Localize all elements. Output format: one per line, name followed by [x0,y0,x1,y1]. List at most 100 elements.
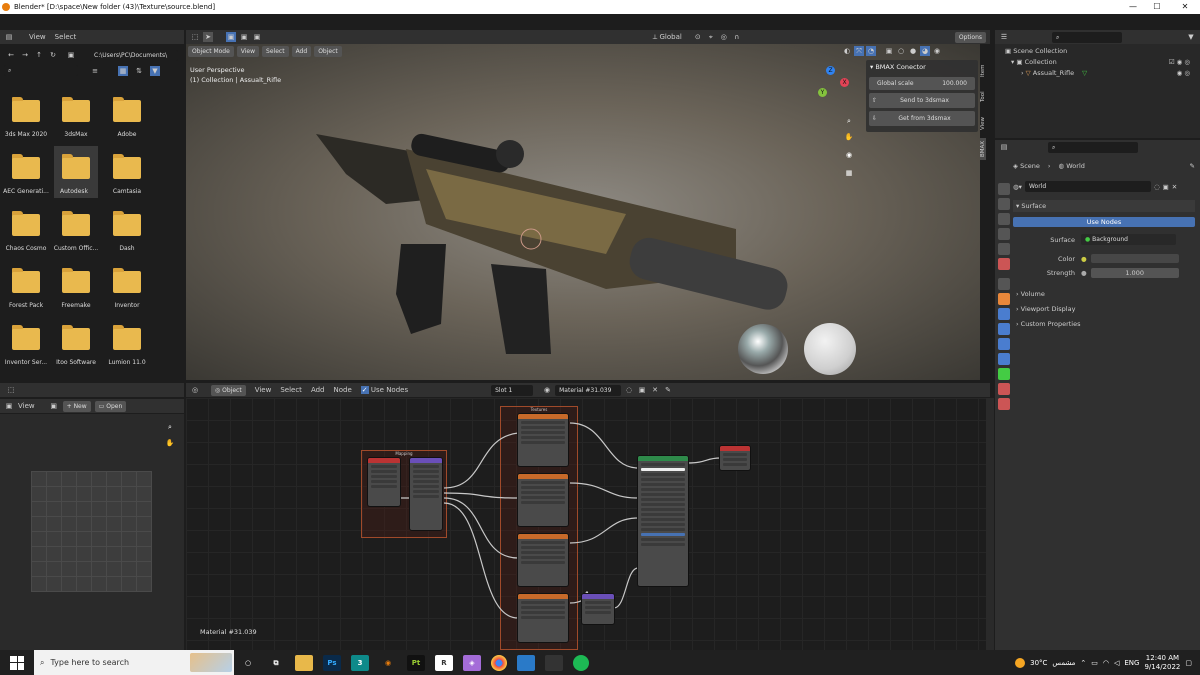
folder-item[interactable]: Dash [107,211,147,262]
duplicate-icon[interactable]: ▣ [1163,183,1169,191]
sort-icon[interactable]: ⇅ [134,66,144,76]
fake-user-icon[interactable]: ◌ [624,385,634,395]
fake-user-icon[interactable]: ◌ [1154,183,1160,191]
ne-menu-select[interactable]: Select [280,386,302,394]
select-extend-icon[interactable]: ▣ [239,32,249,42]
global-scale-field[interactable]: Global scale 100.000 [869,77,975,90]
material-icon[interactable]: ◉ [542,385,552,395]
3d-viewport[interactable]: Object Mode View Select Add Object User … [186,44,980,380]
shader-type-dropdown[interactable]: ◎ Object [211,384,246,396]
world-name-field[interactable]: World [1024,181,1151,192]
ie-menu-view[interactable]: View [18,402,35,410]
strength-field[interactable]: 1.000 [1090,268,1179,278]
world-icon[interactable]: ◍▾ [1013,183,1022,191]
falloff-icon[interactable]: ∩ [732,32,742,42]
select-box-icon[interactable]: ▣ [226,32,236,42]
outliner-row-scene-collection[interactable]: ▣ Scene Collection [1005,47,1190,55]
pt-icon[interactable]: Pt [407,654,425,671]
gizmo-toggle-icon[interactable]: ⤧ [854,46,864,56]
node-image-texture[interactable] [518,594,568,642]
new-image-button[interactable]: + New [62,400,91,412]
blender-icon[interactable]: ◉ [379,655,397,671]
vp-menu-select[interactable]: Select [262,46,289,57]
folder-item[interactable]: Custom Offic... [54,211,98,262]
data-tab-icon[interactable] [998,368,1010,380]
outliner-row-object[interactable]: › ▽ Assualt_Rifle ▽ ◉ ◎ [1005,69,1190,77]
get-from-3dsmax-button[interactable]: ⇩ Get from 3dsmax [869,111,975,126]
physics-tab-icon[interactable] [998,338,1010,350]
path-field[interactable]: C:\Users\PC\Documents\ [90,50,178,61]
folder-item[interactable]: 3ds Max 2020 [5,97,47,148]
rendered-shading-icon[interactable]: ◉ [932,46,942,56]
spotify-icon[interactable] [573,654,589,671]
send-to-3dsmax-button[interactable]: ⇧ Send to 3dsmax [869,93,975,108]
tab-item[interactable]: Item [980,60,986,82]
photos-icon[interactable] [517,654,535,671]
node-image-texture[interactable] [518,474,568,526]
folder-item[interactable]: Lumion 11.0 [107,325,147,376]
zoom-icon[interactable]: ⌕ [165,422,175,432]
node-normal-map[interactable] [582,594,614,624]
vp-menu-add[interactable]: Add [291,46,312,57]
collection-tab-icon[interactable] [998,278,1010,290]
volume-icon[interactable]: ◁ [1114,659,1119,667]
chrome-icon[interactable] [491,654,507,671]
proportional-edit-icon[interactable]: ◎ [719,32,729,42]
vp-menu-view[interactable]: View [236,46,260,57]
use-nodes-button[interactable]: Use Nodes [1013,217,1195,227]
folder-item[interactable]: 3dsMax [56,97,96,148]
navigation-gizmo[interactable]: Z X Y [812,66,852,106]
vp-menu-object[interactable]: Object [314,46,342,57]
duplicate-icon[interactable]: ▣ [637,385,647,395]
node-image-texture[interactable] [518,534,568,586]
node-texture-coordinate[interactable] [368,458,400,506]
ne-menu-node[interactable]: Node [334,386,352,394]
visibility-icon[interactable]: ◉ ◎ [1177,69,1190,77]
folder-item[interactable]: Itoo Software [56,325,96,376]
fb-search-input[interactable]: ⌕ [4,65,78,76]
dark-app-icon[interactable] [545,654,563,671]
snap-icon[interactable]: ⌖ [706,32,716,42]
image-editor-canvas[interactable]: ⌕ ✋ [0,414,184,650]
bmax-panel-header[interactable]: ▾ BMAX Conector [866,60,978,74]
tab-tool[interactable]: Tool [980,86,986,108]
node-mapping[interactable] [410,458,442,530]
material-name-field[interactable]: Material #31.039 [555,384,622,396]
folder-item[interactable]: Camtasia [107,154,147,205]
task-view-icon[interactable]: ○ [239,655,257,671]
close-button[interactable]: ✕ [1172,0,1198,14]
ne-menu-add[interactable]: Add [311,386,325,394]
outliner-row-collection[interactable]: ▾ ▣ Collection ☑ ◉ ◎ [1005,58,1190,66]
pin-icon[interactable]: ✎ [663,385,673,395]
notification-icon[interactable]: ▢ [1185,659,1192,667]
wifi-icon[interactable]: ◠ [1103,659,1109,667]
fb-menu-view[interactable]: View [29,33,46,41]
use-nodes-checkbox[interactable]: ✓ Use Nodes [360,386,408,394]
checkbox-icon[interactable]: ☑ ◉ ◎ [1169,58,1190,66]
zoom-icon[interactable]: ⌕ [844,116,854,126]
scene-tab-icon[interactable] [998,243,1010,255]
outliner-editor-icon[interactable]: ☰ [999,32,1009,42]
select-subtract-icon[interactable]: ▣ [252,32,262,42]
new-folder-icon[interactable]: ▣ [66,50,76,60]
3dsmax-icon[interactable]: 3 [351,654,369,671]
chat-app-icon[interactable]: ◈ [463,654,481,671]
particles-tab-icon[interactable] [998,323,1010,335]
pan-hand-icon[interactable]: ✋ [844,132,854,142]
thumbnail-view-icon[interactable]: ▦ [118,66,128,76]
tray-chevron-icon[interactable]: ⌃ [1080,659,1086,667]
color-swatch[interactable] [1090,254,1179,263]
minimize-button[interactable]: — [1120,0,1146,14]
render-tab-icon[interactable] [998,198,1010,210]
visibility-icon[interactable]: ◐ [842,46,852,56]
transform-orientation[interactable]: ⟂ Global [653,33,682,42]
overlay-icon[interactable]: ◔ [866,46,876,56]
node-sidebar-toggle[interactable] [986,398,994,650]
node-image-texture[interactable] [518,414,568,466]
select-tool-icon[interactable]: ➤ [203,32,213,42]
volume-panel-header[interactable]: › Volume [1013,288,1195,300]
back-arrow-icon[interactable]: ← [6,50,16,60]
viewport-display-panel-header[interactable]: › Viewport Display [1013,303,1195,315]
r-app-icon[interactable]: R [435,654,453,671]
wireframe-shading-icon[interactable]: ○ [896,46,906,56]
